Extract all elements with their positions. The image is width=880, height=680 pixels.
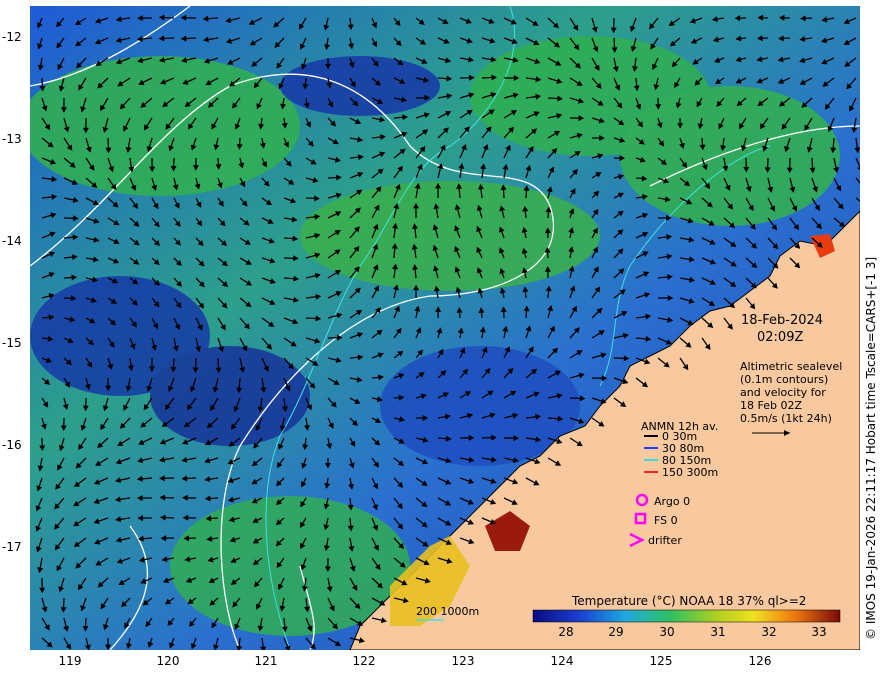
x-tick-label: 124 [550,654,574,668]
colorbar-title: Temperature (°C) NOAA 18 37% ql>=2 [572,594,807,608]
x-tick-label: 121 [254,654,278,668]
argo-label: Argo 0 [654,495,691,508]
x-tick-label: 123 [451,654,475,668]
sst-map[interactable] [30,6,860,650]
colorbar-tick: 32 [761,625,777,639]
colorbar-tick: 33 [811,625,827,639]
legend-depth: 150 300m [662,466,719,479]
time-label: 02:09Z [757,330,804,345]
colorbar-tick: 30 [659,625,675,639]
x-tick-label: 119 [58,654,82,668]
colorbar [532,609,841,623]
colorbar-tick: 29 [608,625,624,639]
x-tick-label: 120 [156,654,180,668]
fs-label: FS 0 [654,514,678,527]
contour-key-label: 200 1000m [416,605,480,618]
x-tick-label: 126 [748,654,772,668]
y-tick-label: -13 [2,132,22,146]
x-tick-label: 122 [352,654,376,668]
colorbar-tick: 28 [558,625,574,639]
y-tick-label: -15 [2,336,22,350]
date-label: 18-Feb-2024 [741,313,824,328]
x-tick-label: 125 [649,654,673,668]
y-tick-label: -16 [2,438,22,452]
drifter-label: drifter [648,534,682,547]
y-tick-label: -17 [2,540,22,554]
y-tick-label: -14 [2,234,22,248]
colorbar-tick: 31 [710,625,726,639]
altimetry-note: Altimetric sealevel (0.1m contours) and … [740,360,843,425]
y-tick-label: -12 [2,30,22,44]
credit-line: © IMOS 19-Jan-2026 22:11:17 Hobart time … [864,256,878,640]
